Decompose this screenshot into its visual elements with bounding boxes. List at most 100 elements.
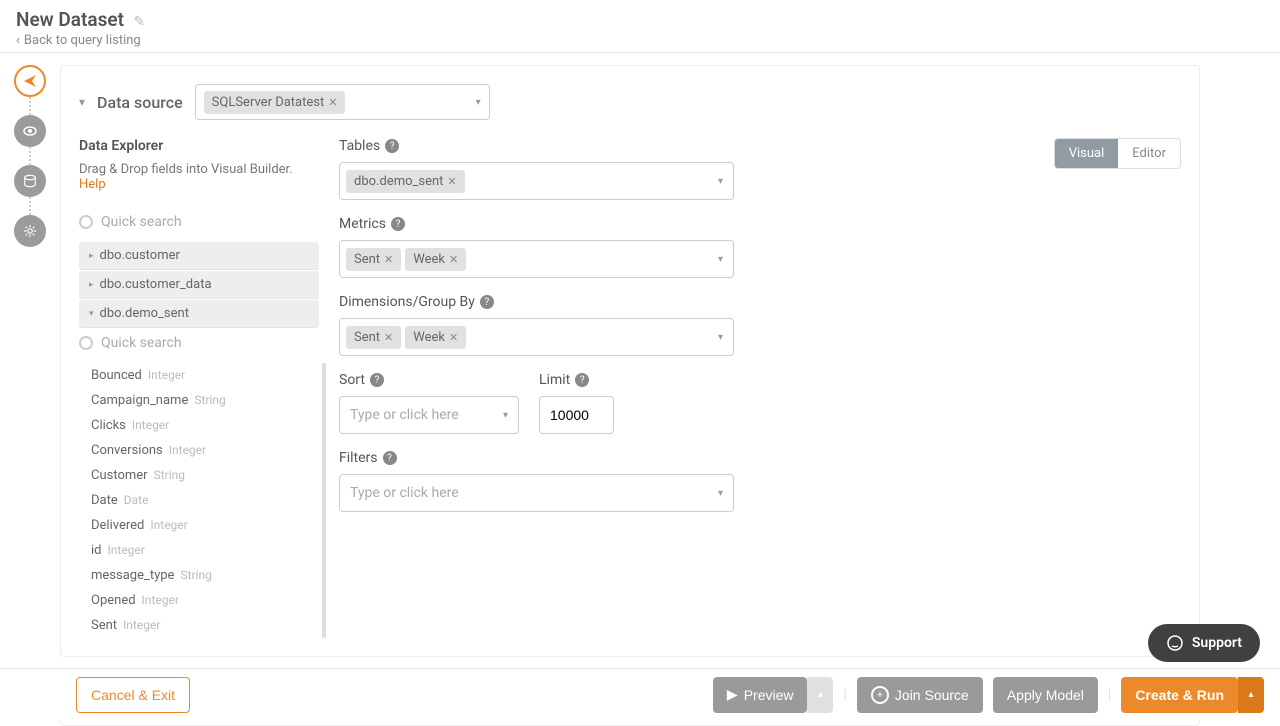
preview-button[interactable]: ▶Preview — [713, 677, 808, 713]
field-list: BouncedInteger Campaign_nameString Click… — [79, 363, 319, 638]
metrics-label-text: Metrics — [339, 216, 386, 232]
field-row[interactable]: DeliveredInteger — [79, 513, 319, 538]
apply-model-button[interactable]: Apply Model — [993, 677, 1098, 713]
remove-icon[interactable]: ✕ — [328, 96, 337, 109]
field-name: Customer — [91, 468, 148, 483]
field-name: Sent — [91, 618, 117, 633]
table-tag-label: dbo.demo_sent — [354, 174, 443, 189]
chevron-down-icon: ▾ — [718, 332, 723, 343]
section-title-datasource: Data source — [97, 93, 183, 112]
data-source-card: ▾ Data source SQLServer Datatest ✕ ▾ Dat… — [60, 65, 1200, 657]
visual-builder: Visual Editor Tables? dbo.demo_sent✕ ▾ M… — [339, 138, 1181, 638]
cancel-button[interactable]: Cancel & Exit — [76, 677, 190, 713]
collapse-icon[interactable]: ▾ — [79, 95, 85, 109]
field-name: Delivered — [91, 518, 144, 533]
remove-icon[interactable]: ✕ — [384, 331, 393, 344]
remove-icon[interactable]: ✕ — [449, 253, 458, 266]
builder-mode-toggle[interactable]: Visual Editor — [1054, 138, 1181, 169]
table-search[interactable]: Quick search — [79, 208, 319, 236]
field-row[interactable]: message_typeString — [79, 563, 319, 588]
step-node-2[interactable] — [14, 115, 46, 147]
step-node-4[interactable] — [14, 215, 46, 247]
play-icon: ▶ — [727, 686, 738, 703]
tab-editor[interactable]: Editor — [1118, 139, 1180, 168]
limit-input[interactable] — [539, 396, 614, 434]
separator: | — [843, 687, 846, 703]
table-label: dbo.customer — [100, 248, 180, 263]
back-link-label: Back to query listing — [24, 33, 141, 48]
chevron-down-icon: ▾ — [476, 97, 481, 108]
sort-placeholder: Type or click here — [346, 407, 459, 423]
field-name: Bounced — [91, 368, 142, 383]
eye-icon — [22, 123, 38, 139]
step-node-3[interactable] — [14, 165, 46, 197]
data-explorer-panel: Data Explorer Drag & Drop fields into Vi… — [79, 138, 319, 638]
help-link[interactable]: Help — [79, 177, 106, 192]
help-icon[interactable]: ? — [575, 373, 589, 387]
field-search[interactable]: Quick search — [79, 329, 319, 357]
field-name: Date — [91, 493, 118, 508]
search-icon — [79, 336, 93, 350]
preview-split[interactable]: ▴ — [807, 677, 833, 713]
field-row[interactable]: Sent Integer — [79, 613, 319, 638]
field-row[interactable]: ConversionsInteger — [79, 438, 319, 463]
field-name: Clicks — [91, 418, 126, 433]
sort-label: Sort? — [339, 372, 519, 388]
field-type: String — [154, 468, 185, 482]
help-icon[interactable]: ? — [370, 373, 384, 387]
datasource-select[interactable]: SQLServer Datatest ✕ ▾ — [195, 84, 490, 120]
separator: | — [1108, 687, 1111, 703]
chevron-right-icon: ▸ — [89, 280, 94, 290]
remove-icon[interactable]: ✕ — [449, 331, 458, 344]
footer-bar: Cancel & Exit ▶Preview ▴ | +Join Source … — [0, 668, 1280, 720]
filters-placeholder: Type or click here — [346, 485, 459, 501]
page-title: New Dataset — [16, 8, 124, 31]
data-explorer-sub-text: Drag & Drop fields into Visual Builder. — [79, 162, 293, 177]
field-row[interactable]: OpenedInteger — [79, 588, 319, 613]
support-button[interactable]: Support — [1148, 624, 1260, 662]
create-split[interactable]: ▴ — [1238, 677, 1264, 713]
table-item-customer-data[interactable]: ▸ dbo.customer_data — [79, 271, 319, 299]
tab-visual[interactable]: Visual — [1055, 139, 1119, 168]
field-row[interactable]: DateDate — [79, 488, 319, 513]
limit-label: Limit? — [539, 372, 614, 388]
help-icon[interactable]: ? — [385, 139, 399, 153]
remove-icon[interactable]: ✕ — [384, 253, 393, 266]
back-link[interactable]: ‹ Back to query listing — [16, 33, 1264, 48]
field-row[interactable]: idInteger — [79, 538, 319, 563]
dimension-tag-label: Sent — [354, 330, 380, 345]
field-search-placeholder: Quick search — [101, 335, 182, 351]
dimensions-label: Dimensions/Group By? — [339, 294, 1181, 310]
sort-select[interactable]: Type or click here ▾ — [339, 396, 519, 434]
table-search-placeholder: Quick search — [101, 214, 182, 230]
help-icon[interactable]: ? — [383, 451, 397, 465]
edit-icon[interactable]: ✎ — [133, 14, 145, 30]
filters-select[interactable]: Type or click here ▾ — [339, 474, 734, 512]
field-row[interactable]: BouncedInteger — [79, 363, 319, 388]
send-icon — [22, 73, 38, 89]
limit-label-text: Limit — [539, 372, 570, 388]
field-row[interactable]: Customer String — [79, 463, 319, 488]
join-source-button[interactable]: +Join Source — [857, 677, 983, 713]
help-icon[interactable]: ? — [391, 217, 405, 231]
chevron-left-icon: ‹ — [16, 33, 20, 48]
field-row[interactable]: Clicks Integer — [79, 413, 319, 438]
step-node-1[interactable] — [14, 65, 46, 97]
field-row[interactable]: Campaign_nameString — [79, 388, 319, 413]
create-run-button[interactable]: Create & Run — [1121, 677, 1238, 713]
table-item-demo-sent[interactable]: ▾dbo.demo_sent — [79, 300, 319, 328]
dimensions-select[interactable]: Sent ✕ Week ✕ ▾ — [339, 318, 734, 356]
metrics-select[interactable]: Sent✕ Week✕ ▾ — [339, 240, 734, 278]
field-name: message_type — [91, 568, 174, 583]
dimension-tag-label: Week — [413, 330, 445, 345]
field-type: Integer — [132, 418, 169, 432]
help-icon[interactable]: ? — [480, 295, 494, 309]
tables-select[interactable]: dbo.demo_sent✕ ▾ — [339, 162, 734, 200]
table-item-customer[interactable]: ▸dbo.customer — [79, 242, 319, 270]
table-label: dbo.customer_data — [100, 277, 212, 292]
search-icon — [79, 215, 93, 229]
field-type: Integer — [123, 618, 160, 632]
field-type: Integer — [142, 593, 179, 607]
remove-icon[interactable]: ✕ — [447, 175, 456, 188]
metric-tag-label: Week — [413, 252, 445, 267]
